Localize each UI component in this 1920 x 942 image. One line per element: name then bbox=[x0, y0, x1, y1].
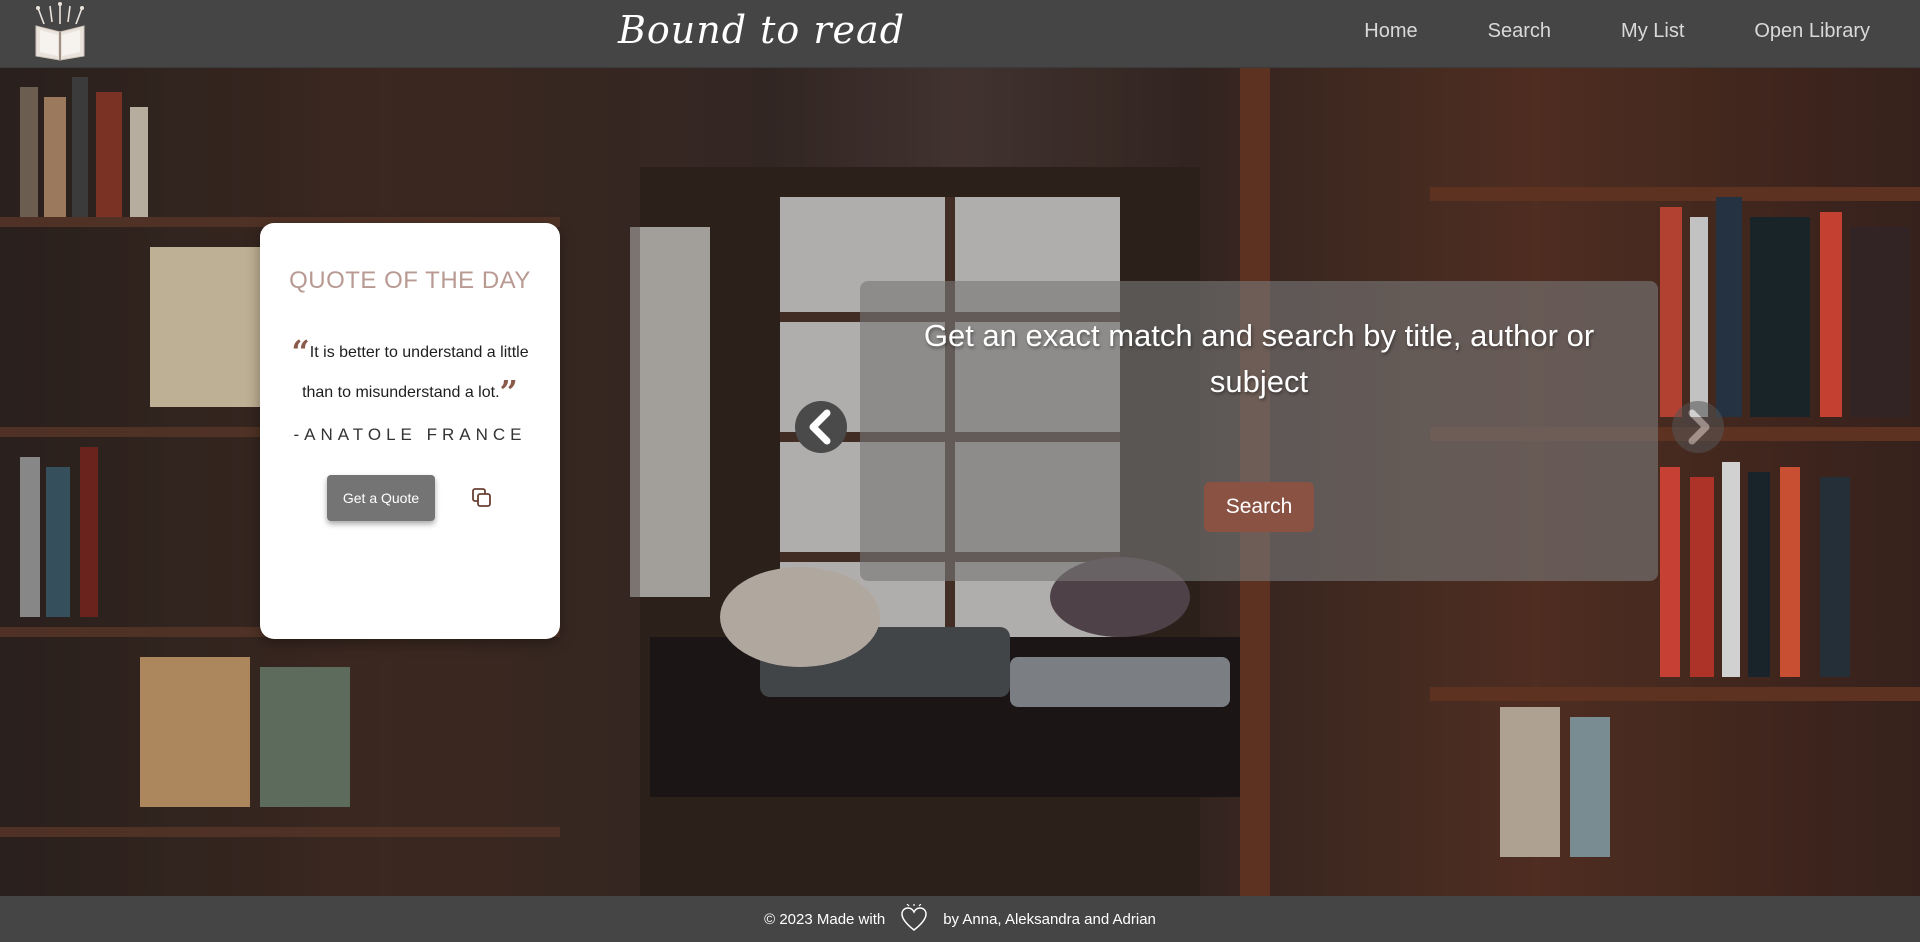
quote-heading: QUOTE OF THE DAY bbox=[289, 267, 531, 294]
site-footer: © 2023 Made with by Anna, Aleksandra and… bbox=[0, 896, 1920, 942]
close-quote-icon: ” bbox=[499, 373, 518, 411]
heart-icon bbox=[901, 904, 927, 931]
carousel-prev-button[interactable] bbox=[795, 401, 847, 453]
search-carousel-slide: Get an exact match and search by title, … bbox=[860, 281, 1658, 581]
open-quote-icon: “ bbox=[291, 333, 310, 371]
get-quote-button[interactable]: Get a Quote bbox=[327, 475, 435, 521]
copy-icon[interactable] bbox=[471, 487, 493, 509]
nav-search[interactable]: Search bbox=[1488, 20, 1551, 43]
nav-my-list[interactable]: My List bbox=[1621, 20, 1684, 43]
site-header: Bound to read Home Search My List Open L… bbox=[0, 0, 1920, 68]
quote-author: -ANATOLE FRANCE bbox=[293, 425, 527, 444]
chevron-right-icon bbox=[1688, 409, 1710, 445]
quote-actions: Get a Quote bbox=[260, 475, 560, 521]
search-button[interactable]: Search bbox=[1204, 482, 1314, 532]
nav-open-library[interactable]: Open Library bbox=[1754, 20, 1870, 43]
footer-left-text: © 2023 Made with bbox=[764, 910, 886, 928]
quote-text: It is better to understand a little than… bbox=[302, 344, 529, 401]
book-logo-icon[interactable] bbox=[30, 2, 90, 62]
nav-home[interactable]: Home bbox=[1364, 20, 1417, 43]
search-slide-text: Get an exact match and search by title, … bbox=[923, 318, 1595, 399]
chevron-left-icon bbox=[809, 409, 831, 445]
quote-body: “It is better to understand a little tha… bbox=[290, 333, 530, 413]
site-title: Bound to read bbox=[618, 8, 906, 52]
main-nav: Home Search My List Open Library bbox=[1364, 20, 1870, 43]
footer-right-text: by Anna, Aleksandra and Adrian bbox=[943, 910, 1156, 928]
quote-card: QUOTE OF THE DAY “It is better to unders… bbox=[260, 223, 560, 639]
carousel-next-button[interactable] bbox=[1672, 401, 1724, 453]
